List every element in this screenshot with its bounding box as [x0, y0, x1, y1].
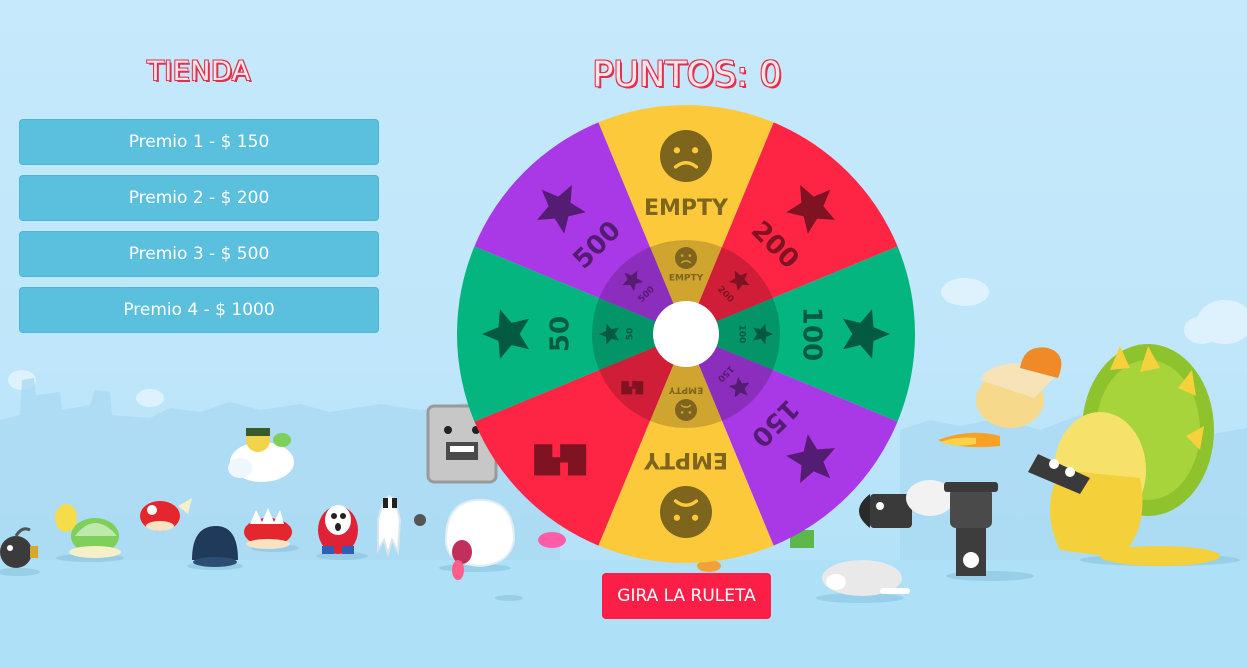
wheel-inner-label: EMPTY [668, 385, 703, 395]
wheel-segment-label: EMPTY [644, 196, 729, 221]
prize-4-button[interactable]: Premio 4 - $ 1000 [19, 287, 379, 333]
score-display: PUNTOS: 0 [592, 55, 782, 95]
prize-3-button[interactable]: Premio 3 - $ 500 [19, 231, 379, 277]
prize-list: Premio 1 - $ 150 Premio 2 - $ 200 Premio… [19, 119, 379, 343]
sad-face-icon [675, 399, 697, 421]
wheel-inner-label: EMPTY [669, 274, 704, 284]
wheel-segment-label: EMPTY [643, 447, 728, 472]
sad-face-icon [660, 130, 712, 182]
wheel-segment-label: 50 [546, 316, 576, 352]
sad-face-icon [660, 486, 712, 538]
wheel-inner-label: 100 [737, 325, 747, 344]
bolt-icon [621, 381, 644, 395]
sad-face-icon [675, 247, 697, 269]
wheel-segment-label: 100 [797, 307, 827, 361]
spin-wheel-button[interactable]: GIRA LA RULETA [602, 573, 771, 619]
shop-title: TIENDA [147, 56, 251, 87]
prize-1-button[interactable]: Premio 1 - $ 150 [19, 119, 379, 165]
wheel-center-hole [653, 301, 719, 367]
wheel-inner-label: 50 [626, 328, 636, 341]
prize-wheel[interactable]: EMPTYEMPTY200200100100150150EMPTYEMPTY50… [457, 105, 915, 563]
prize-2-button[interactable]: Premio 2 - $ 200 [19, 175, 379, 221]
